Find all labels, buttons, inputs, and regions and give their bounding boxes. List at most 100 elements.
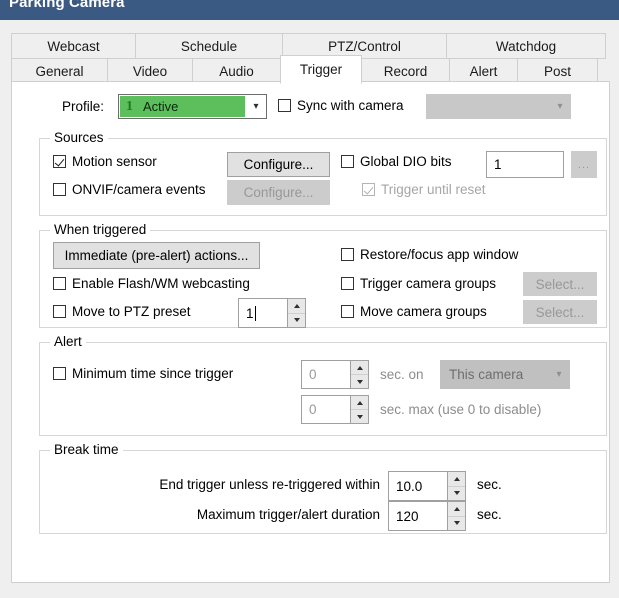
profile-combobox[interactable]: 1 Active ▾ xyxy=(118,94,267,119)
caret-down-icon xyxy=(453,521,460,526)
checkbox-glyph xyxy=(53,305,66,318)
max-duration-label: Maximum trigger/alert duration xyxy=(196,507,380,522)
spinner-up-button[interactable] xyxy=(351,361,368,375)
trigger-camera-groups-checkbox[interactable]: Trigger camera groups xyxy=(341,276,496,291)
end-trigger-spin-buttons[interactable] xyxy=(447,472,465,500)
tab-trigger-label: Trigger xyxy=(299,62,343,77)
immediate-actions-label: Immediate (pre-alert) actions... xyxy=(64,248,249,263)
tab-watchdog-label: Watchdog xyxy=(495,38,557,54)
maximum-time-spinner[interactable]: 0 xyxy=(301,395,369,424)
checkbox-glyph xyxy=(362,183,375,196)
spinner-down-button[interactable] xyxy=(288,313,305,327)
profile-value: Active xyxy=(143,99,179,114)
checkbox-glyph xyxy=(53,183,66,196)
spinner-up-button[interactable] xyxy=(351,396,368,410)
caret-down-icon xyxy=(293,318,300,323)
restore-focus-window-checkbox[interactable]: Restore/focus app window xyxy=(341,247,518,262)
ptz-preset-spin-buttons[interactable] xyxy=(287,299,305,327)
minimum-time-value: 0 xyxy=(309,367,317,382)
break-time-group: Break time End trigger unless re-trigger… xyxy=(39,442,607,534)
move-camera-groups-select-button: Select... xyxy=(523,300,597,324)
trigger-until-reset-checkbox: Trigger until reset xyxy=(362,182,486,197)
tab-trigger[interactable]: Trigger xyxy=(280,55,362,84)
text-caret xyxy=(254,305,256,321)
max-duration-spinner[interactable]: 120 xyxy=(388,501,466,531)
tab-schedule[interactable]: Schedule xyxy=(135,33,283,59)
minimum-time-since-trigger-checkbox[interactable]: Minimum time since trigger xyxy=(53,366,233,381)
spinner-down-button[interactable] xyxy=(448,516,465,530)
move-to-ptz-preset-checkbox[interactable]: Move to PTZ preset xyxy=(53,304,191,319)
minimum-time-spin-buttons[interactable] xyxy=(350,361,368,388)
spinner-up-button[interactable] xyxy=(448,502,465,517)
spinner-up-button[interactable] xyxy=(288,299,305,314)
break-time-group-title: Break time xyxy=(50,442,123,457)
spinner-down-button[interactable] xyxy=(448,486,465,500)
tab-audio-label: Audio xyxy=(219,63,254,79)
move-camera-groups-checkbox[interactable]: Move camera groups xyxy=(341,304,487,319)
tab-webcast-label: Webcast xyxy=(47,38,100,54)
end-trigger-unit: sec. xyxy=(477,477,502,492)
minimum-time-value-wrap[interactable]: 0 xyxy=(302,361,350,388)
global-dio-bits-checkbox[interactable]: Global DIO bits xyxy=(341,154,452,169)
global-dio-bits-value: 1 xyxy=(494,157,502,172)
caret-down-icon xyxy=(356,379,363,384)
move-camera-groups-label: Move camera groups xyxy=(360,304,487,319)
onvif-configure-label: Configure... xyxy=(243,185,314,200)
max-duration-value: 120 xyxy=(396,508,419,524)
spinner-up-button[interactable] xyxy=(448,472,465,487)
end-trigger-label: End trigger unless re-triggered within xyxy=(159,477,380,492)
max-duration-spin-buttons[interactable] xyxy=(447,502,465,530)
dio-browse-button: ... xyxy=(571,151,597,178)
sec-max-label: sec. max (use 0 to disable) xyxy=(380,402,542,417)
motion-sensor-checkbox[interactable]: Motion sensor xyxy=(53,154,157,169)
tab-watchdog[interactable]: Watchdog xyxy=(446,33,606,59)
spinner-down-button[interactable] xyxy=(351,410,368,423)
caret-up-icon xyxy=(356,365,363,370)
trigger-tab-panel: Profile: 1 Active ▾ Sync with camera ▾ S… xyxy=(11,81,610,583)
onvif-events-checkbox[interactable]: ONVIF/camera events xyxy=(53,182,206,197)
tab-webcast[interactable]: Webcast xyxy=(11,33,136,59)
global-dio-bits-input[interactable]: 1 xyxy=(486,151,564,178)
move-groups-select-label: Select... xyxy=(535,304,585,320)
flash-wm-webcasting-checkbox[interactable]: Enable Flash/WM webcasting xyxy=(53,276,250,291)
max-duration-value-wrap[interactable]: 120 xyxy=(389,502,447,530)
alert-group-title: Alert xyxy=(50,334,86,349)
profile-number: 1 xyxy=(126,98,133,114)
alert-camera-combobox: This camera ▾ xyxy=(440,360,570,389)
restore-focus-window-label: Restore/focus app window xyxy=(360,247,519,262)
minimum-time-since-trigger-label: Minimum time since trigger xyxy=(72,366,234,381)
chevron-down-icon: ▾ xyxy=(557,100,563,112)
when-triggered-group-title: When triggered xyxy=(50,222,151,237)
window-title-bar: Parking Camera xyxy=(0,0,619,20)
ptz-preset-spinner[interactable]: 1 xyxy=(238,298,306,328)
trigger-groups-select-label: Select... xyxy=(535,276,585,292)
window-title: Parking Camera xyxy=(9,0,125,11)
tab-alert-label: Alert xyxy=(469,63,498,79)
maximum-time-value-wrap[interactable]: 0 xyxy=(302,396,350,423)
chevron-down-icon: ▾ xyxy=(556,368,562,380)
when-triggered-group: When triggered Immediate (pre-alert) act… xyxy=(39,222,607,328)
sources-group-title: Sources xyxy=(50,130,108,145)
tab-record-label: Record xyxy=(383,63,428,79)
checkbox-glyph xyxy=(278,99,291,112)
motion-configure-button[interactable]: Configure... xyxy=(227,152,330,177)
checkbox-glyph xyxy=(53,367,66,380)
checkbox-glyph xyxy=(341,155,354,168)
spinner-down-button[interactable] xyxy=(351,375,368,388)
end-trigger-value-wrap[interactable]: 10.0 xyxy=(389,472,447,500)
tab-general-label: General xyxy=(35,63,84,79)
checkbox-glyph xyxy=(341,248,354,261)
immediate-actions-button[interactable]: Immediate (pre-alert) actions... xyxy=(53,242,260,269)
max-duration-unit: sec. xyxy=(477,507,502,522)
ptz-preset-value-wrap[interactable]: 1 xyxy=(239,299,287,327)
sync-with-camera-label: Sync with camera xyxy=(297,98,404,113)
minimum-time-spinner[interactable]: 0 xyxy=(301,360,369,389)
profile-label: Profile: xyxy=(62,99,105,114)
maximum-time-spin-buttons[interactable] xyxy=(350,396,368,423)
motion-sensor-label: Motion sensor xyxy=(72,154,157,169)
tab-schedule-label: Schedule xyxy=(180,38,238,54)
caret-up-icon xyxy=(356,400,363,405)
sync-with-camera-checkbox[interactable]: Sync with camera xyxy=(278,98,404,113)
end-trigger-spinner[interactable]: 10.0 xyxy=(388,471,466,501)
checkbox-glyph xyxy=(53,155,66,168)
